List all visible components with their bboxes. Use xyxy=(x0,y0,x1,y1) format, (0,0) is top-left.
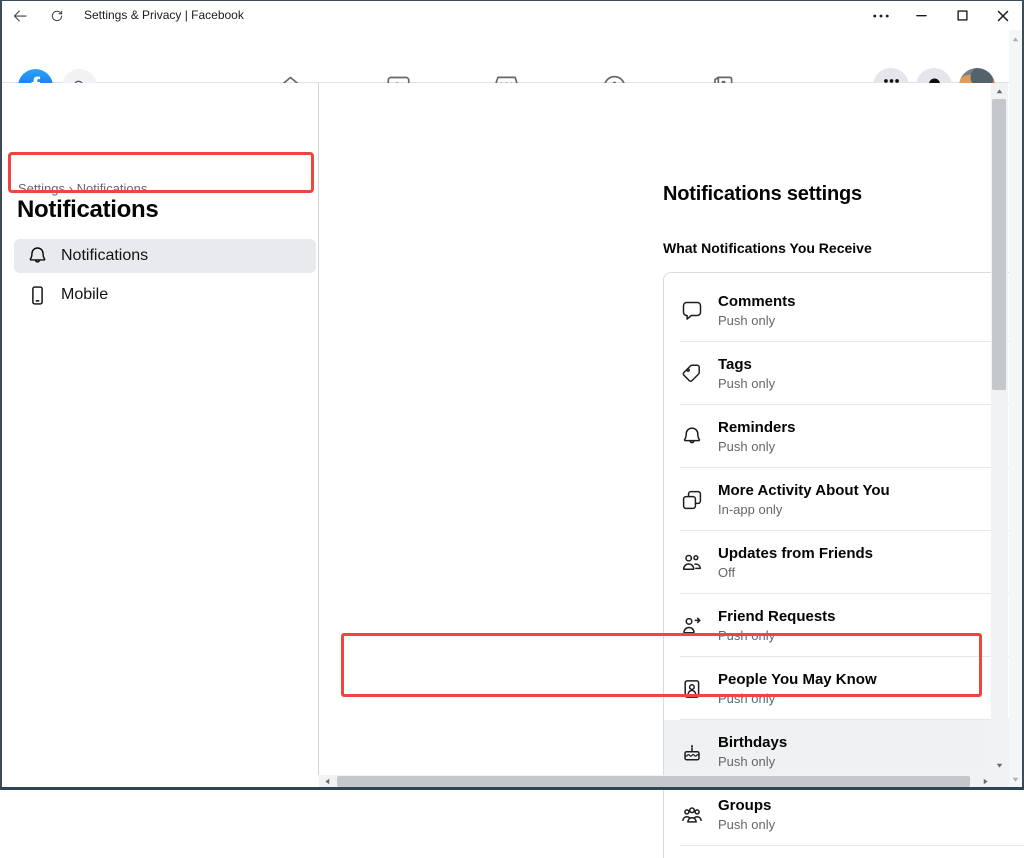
row-status: Push only xyxy=(718,691,877,706)
row-title: People You May Know xyxy=(718,671,877,689)
row-status: Off xyxy=(718,565,873,580)
row-title: Tags xyxy=(718,356,775,374)
notification-row-updates-from-friends[interactable]: Updates from Friends Off xyxy=(664,531,1024,594)
layers-icon xyxy=(680,488,704,512)
row-title: Friend Requests xyxy=(718,608,836,626)
breadcrumb: Settings › Notifications xyxy=(18,181,147,196)
back-icon[interactable] xyxy=(11,7,29,25)
window-scrollbar[interactable] xyxy=(1009,30,1022,787)
mobile-icon xyxy=(26,284,49,307)
sidebar-item-notifications[interactable]: Notifications xyxy=(14,239,316,273)
row-title: Groups xyxy=(718,797,775,815)
comment-icon xyxy=(680,299,704,323)
bell-icon xyxy=(680,425,704,449)
section-heading: What Notifications You Receive xyxy=(663,240,872,256)
sidebar-item-mobile[interactable]: Mobile xyxy=(14,278,316,312)
more-options-icon[interactable] xyxy=(866,1,896,30)
facebook-header: f xyxy=(2,30,1009,83)
main-pane: Notifications settings What Notification… xyxy=(319,83,991,775)
page-title: Notifications settings xyxy=(663,183,862,206)
notification-row-reminders[interactable]: Reminders Push only xyxy=(664,405,1024,468)
maximize-icon[interactable] xyxy=(947,1,977,30)
notification-row-friend-requests[interactable]: Friend Requests Push only xyxy=(664,594,1024,657)
notification-row-groups[interactable]: Groups Push only xyxy=(664,783,1024,846)
row-title: Comments xyxy=(718,293,796,311)
groups-icon xyxy=(680,803,704,827)
row-title: Birthdays xyxy=(718,734,787,752)
friend-request-icon xyxy=(680,614,704,638)
row-status: Push only xyxy=(718,376,775,391)
row-title: More Activity About You xyxy=(718,482,890,500)
row-status: Push only xyxy=(718,817,775,832)
settings-sidebar: Settings › Notifications Notifications N… xyxy=(2,83,318,775)
vertical-scrollbar-thumb[interactable] xyxy=(992,99,1006,390)
scroll-up-icon[interactable] xyxy=(991,84,1008,98)
scroll-right-icon[interactable] xyxy=(978,775,992,788)
sidebar-item-label: Notifications xyxy=(61,247,148,265)
sidebar-title: Notifications xyxy=(17,196,158,224)
reload-icon[interactable] xyxy=(49,8,65,24)
row-title: Updates from Friends xyxy=(718,545,873,563)
notification-row-tags[interactable]: Tags Push only xyxy=(664,342,1024,405)
row-status: In-app only xyxy=(718,502,890,517)
cake-icon xyxy=(680,740,704,764)
breadcrumb-notifications: Notifications xyxy=(77,181,148,196)
sidebar-item-label: Mobile xyxy=(61,286,108,304)
row-status: Push only xyxy=(718,439,796,454)
row-status: Push only xyxy=(718,313,796,328)
close-icon[interactable] xyxy=(988,1,1018,30)
row-status: Push only xyxy=(718,754,787,769)
breadcrumb-settings[interactable]: Settings xyxy=(18,181,65,196)
notification-row-birthdays[interactable]: Birthdays Push only xyxy=(664,720,1024,783)
window-scroll-up-icon[interactable] xyxy=(1009,32,1022,46)
browser-titlebar: Settings & Privacy | Facebook xyxy=(2,1,1022,30)
row-status: Push only xyxy=(718,628,836,643)
notification-row-people-you-may-know[interactable]: People You May Know Push only xyxy=(664,657,1024,720)
row-title: Reminders xyxy=(718,419,796,437)
scroll-left-icon[interactable] xyxy=(320,775,334,788)
notification-row-more-activity-about-you[interactable]: More Activity About You In-app only xyxy=(664,468,1024,531)
minimize-icon[interactable] xyxy=(906,1,936,30)
contact-card-icon xyxy=(680,677,704,701)
breadcrumb-separator: › xyxy=(69,181,73,196)
horizontal-scrollbar-thumb[interactable] xyxy=(337,776,970,787)
scroll-down-icon[interactable] xyxy=(991,758,1008,772)
tag-icon xyxy=(680,362,704,386)
scrollbar-corner xyxy=(993,775,1009,788)
notification-settings-card: Comments Push only Tags Push only Reminders P… xyxy=(663,272,1024,858)
friends-icon xyxy=(680,551,704,575)
window-title: Settings & Privacy | Facebook xyxy=(84,1,244,30)
window-scroll-down-icon[interactable] xyxy=(1009,772,1022,786)
bell-icon xyxy=(26,245,49,268)
notification-row-comments[interactable]: Comments Push only xyxy=(664,279,1024,342)
